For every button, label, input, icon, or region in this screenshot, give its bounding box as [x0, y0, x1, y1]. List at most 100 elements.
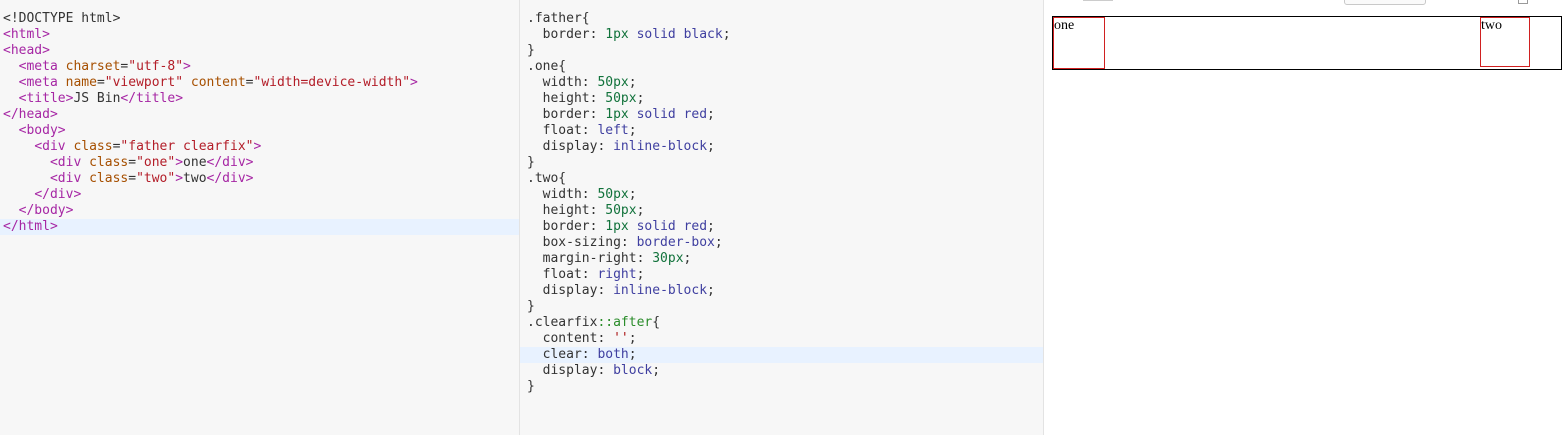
css-code-token: solid	[636, 107, 676, 122]
css-code-token: float	[527, 123, 582, 138]
html-code-token: "width=device-width"	[253, 75, 411, 90]
html-code-token: "one"	[136, 155, 176, 170]
css-code-line[interactable]: height: 50px;	[520, 91, 1043, 107]
css-code-token: inline-block	[613, 283, 708, 298]
jsbin-app: <!DOCTYPE html> <html> <head> <meta charse…	[0, 0, 1564, 435]
css-code-token: :	[581, 347, 598, 362]
css-code-token: .one{	[527, 59, 567, 74]
css-code-line[interactable]: .one{	[520, 59, 1043, 75]
css-code-token: ;	[636, 267, 645, 282]
css-code-line[interactable]: .clearfix::after{	[520, 315, 1043, 331]
html-editor-panel[interactable]: <!DOCTYPE html> <html> <head> <meta charse…	[0, 0, 520, 435]
html-code-line[interactable]: <div class="two">two</div>	[0, 171, 519, 187]
css-code-line[interactable]: float: left;	[520, 123, 1043, 139]
css-code-line[interactable]: display: inline-block;	[520, 283, 1043, 299]
css-code-token: :	[589, 219, 606, 234]
css-code-line[interactable]: margin-right: 30px;	[520, 251, 1043, 267]
css-code-token: float	[527, 267, 582, 282]
css-code-line[interactable]: .two{	[520, 171, 1043, 187]
css-code-line[interactable]: display: block;	[520, 363, 1043, 379]
html-code-line[interactable]: <title>JS Bin</title>	[0, 91, 519, 107]
css-code-line[interactable]: float: right;	[520, 267, 1043, 283]
html-code-line[interactable]: </html>	[0, 219, 519, 235]
css-code-token: .father{	[527, 11, 590, 26]
css-code-token: height	[527, 203, 590, 218]
css-code-line[interactable]: .father{	[520, 11, 1043, 27]
popout-icon[interactable]	[1518, 0, 1528, 4]
css-code-token: ;	[683, 251, 692, 266]
html-code-line[interactable]: <div class="father clearfix">	[0, 139, 519, 155]
html-code-line[interactable]: <head>	[0, 43, 519, 59]
css-code-token: ;	[707, 107, 715, 122]
css-code-token: ;	[652, 363, 661, 378]
html-code-line[interactable]: <!DOCTYPE html>	[0, 11, 519, 27]
css-code-line[interactable]: width: 50px;	[520, 75, 1043, 91]
html-code-token: <head>	[3, 43, 50, 58]
html-code-line[interactable]: <html>	[0, 27, 519, 43]
css-code-token: :	[589, 27, 606, 42]
css-code-token: display	[527, 283, 598, 298]
html-code-line[interactable]: </body>	[0, 203, 519, 219]
css-code-token: box-sizing	[527, 235, 621, 250]
html-code-line[interactable]: </div>	[0, 187, 519, 203]
css-code-token: 1px	[605, 107, 629, 122]
box-two: two	[1480, 17, 1530, 67]
css-code-token: display	[527, 363, 598, 378]
css-code-line[interactable]: }	[520, 299, 1043, 315]
html-code-token: class	[89, 171, 129, 186]
css-code[interactable]: .father{ border: 1px solid black;} .one{ …	[520, 11, 1043, 395]
html-code-line[interactable]: <meta charset="utf-8">	[0, 59, 519, 75]
css-code-token: red	[683, 107, 708, 122]
html-code-token: >	[175, 155, 184, 170]
html-code-token	[3, 155, 50, 170]
html-code-token: name	[65, 75, 97, 90]
css-code-token: ;	[636, 91, 645, 106]
css-code-line[interactable]: display: inline-block;	[520, 139, 1043, 155]
html-code-token: </title>	[120, 91, 184, 106]
css-code-token: 1px	[605, 27, 629, 42]
html-code-line[interactable]: <meta name="viewport" content="width=dev…	[0, 75, 519, 91]
css-code-token: border	[527, 219, 590, 234]
css-code-line[interactable]: height: 50px;	[520, 203, 1043, 219]
css-code-line[interactable]: }	[520, 379, 1043, 395]
css-code-line[interactable]: content: '';	[520, 331, 1043, 347]
html-code-token: <html>	[3, 27, 50, 42]
html-code-token	[3, 187, 34, 202]
css-code-line[interactable]: border: 1px solid red;	[520, 107, 1043, 123]
run-with-js-button[interactable]	[1344, 0, 1426, 5]
html-code-token: one	[183, 155, 207, 170]
html-code-token: <meta	[18, 75, 66, 90]
css-code-line[interactable]: width: 50px;	[520, 187, 1043, 203]
html-code-line[interactable]: <body>	[0, 123, 519, 139]
css-code-token: width	[527, 187, 582, 202]
html-code-line[interactable]: <div class="one">one</div>	[0, 155, 519, 171]
css-code-token: ;	[628, 331, 637, 346]
output-toolbar	[1044, 0, 1564, 5]
css-code-token: content	[527, 331, 598, 346]
html-code-token: JS Bin	[73, 91, 121, 106]
css-code-line[interactable]: border: 1px solid red;	[520, 219, 1043, 235]
html-code[interactable]: <!DOCTYPE html> <html> <head> <meta charse…	[0, 11, 519, 235]
css-code-token: 50px	[605, 91, 637, 106]
html-code-token: >	[410, 75, 418, 90]
html-code-token: charset	[65, 59, 121, 74]
css-code-token: ;	[707, 219, 715, 234]
css-code-line[interactable]: border: 1px solid black;	[520, 27, 1043, 43]
html-code-token: =	[128, 171, 137, 186]
css-code-line[interactable]: box-sizing: border-box;	[520, 235, 1043, 251]
css-code-token: }	[527, 299, 535, 314]
html-code-line[interactable]: </head>	[0, 107, 519, 123]
css-code-line[interactable]: }	[520, 43, 1043, 59]
html-code-token: >	[183, 59, 191, 74]
css-code-line[interactable]: clear: both;	[520, 347, 1043, 363]
css-code-line[interactable]: }	[520, 155, 1043, 171]
css-editor-panel[interactable]: .father{ border: 1px solid black;} .one{ …	[520, 0, 1044, 435]
css-code-token: :	[620, 235, 637, 250]
css-code-token: solid	[636, 27, 676, 42]
css-code-token: both	[597, 347, 629, 362]
css-code-token: :	[581, 75, 598, 90]
css-code-token: inline-block	[613, 139, 708, 154]
html-code-token: </div>	[206, 155, 254, 170]
css-code-token: 50px	[597, 187, 629, 202]
css-code-token: 30px	[652, 251, 684, 266]
